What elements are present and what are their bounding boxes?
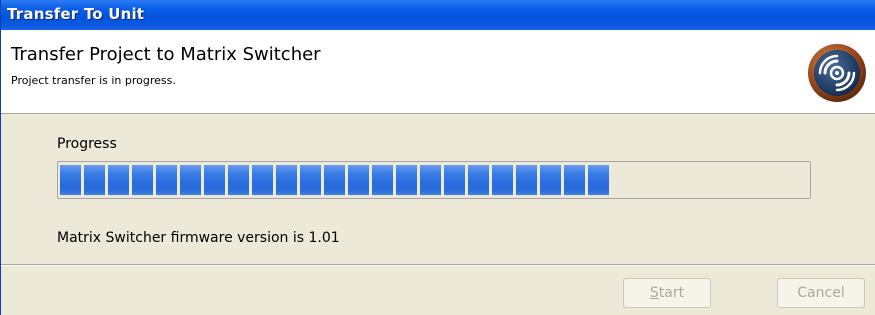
progress-block	[348, 165, 369, 195]
progress-block	[228, 165, 249, 195]
title-bar[interactable]: Transfer To Unit	[1, 0, 875, 30]
progress-block	[468, 165, 489, 195]
page-subtitle: Project transfer is in progress.	[11, 74, 176, 87]
cancel-button-label: Cancel	[797, 285, 845, 301]
progress-block	[60, 165, 81, 195]
progress-fill	[60, 165, 609, 195]
progress-block	[396, 165, 417, 195]
dialog-content: Progress Matrix Switcher firmware versio…	[1, 114, 875, 264]
page-title: Transfer Project to Matrix Switcher	[11, 44, 321, 65]
progress-block	[564, 165, 585, 195]
firmware-version-text: Matrix Switcher firmware version is 1.01	[57, 230, 340, 246]
progress-block	[132, 165, 153, 195]
progress-block	[156, 165, 177, 195]
progress-block	[252, 165, 273, 195]
progress-block	[300, 165, 321, 195]
footer-divider	[1, 264, 875, 266]
start-button-label: tart	[658, 285, 685, 301]
progress-label: Progress	[57, 136, 117, 152]
progress-block	[492, 165, 513, 195]
progress-block	[444, 165, 465, 195]
progress-block	[276, 165, 297, 195]
progress-block	[108, 165, 129, 195]
cancel-button[interactable]: Cancel	[777, 278, 865, 308]
progress-block	[540, 165, 561, 195]
window-title: Transfer To Unit	[7, 5, 145, 23]
progress-block	[204, 165, 225, 195]
start-button-mnemonic: S	[649, 285, 659, 301]
progress-block	[516, 165, 537, 195]
dialog-header: Transfer Project to Matrix Switcher Proj…	[1, 30, 875, 114]
progress-block	[84, 165, 105, 195]
progress-block	[324, 165, 345, 195]
progress-block	[588, 165, 609, 195]
progress-block	[420, 165, 441, 195]
progress-block	[180, 165, 201, 195]
disc-transfer-icon	[808, 44, 866, 102]
progress-bar	[57, 161, 811, 199]
transfer-dialog: Transfer To Unit Transfer Project to Mat…	[0, 0, 875, 315]
start-button[interactable]: Start	[623, 278, 711, 308]
progress-block	[372, 165, 393, 195]
